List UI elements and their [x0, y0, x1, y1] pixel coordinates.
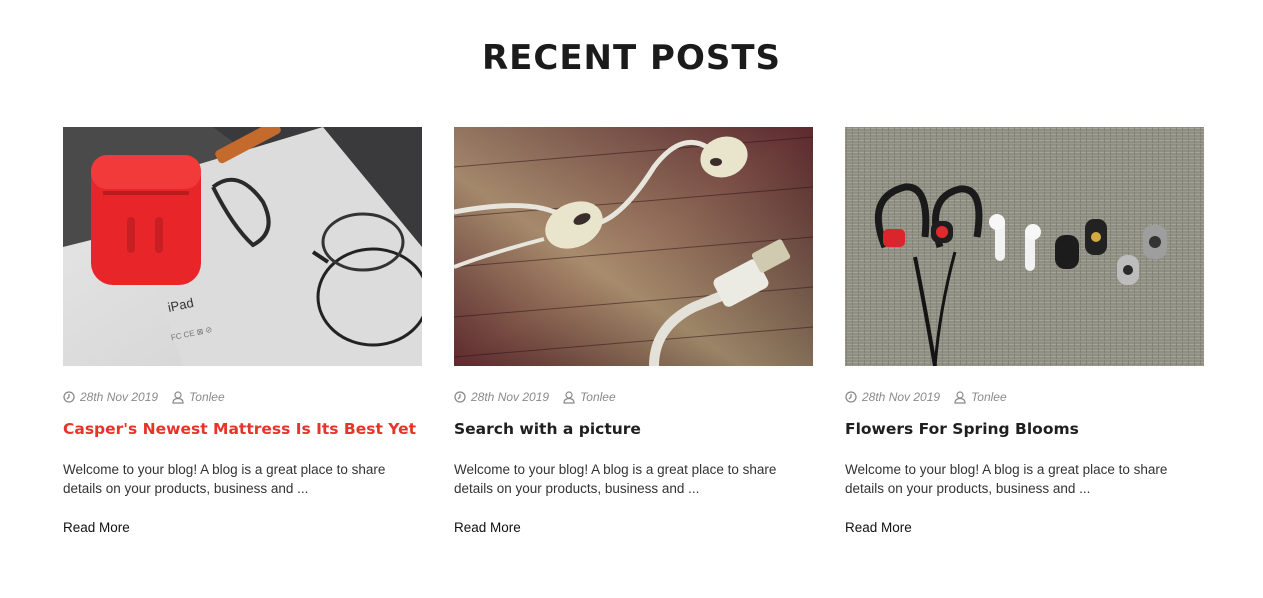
- post-card: iPad FC CE ⊠ ⊘ 28th Nov 2019 Tonlee Casp…: [63, 127, 422, 537]
- post-image[interactable]: iPad FC CE ⊠ ⊘: [63, 127, 422, 366]
- post-date: 28th Nov 2019: [63, 390, 158, 404]
- user-icon: [954, 390, 966, 404]
- post-author: Tonlee: [172, 390, 225, 404]
- post-date-text: 28th Nov 2019: [471, 390, 550, 404]
- post-excerpt: Welcome to your blog! A blog is a great …: [845, 462, 1168, 496]
- post-card: 28th Nov 2019 Tonlee Flowers For Spring …: [845, 127, 1204, 537]
- post-date: 28th Nov 2019: [454, 390, 549, 404]
- recent-posts-grid: iPad FC CE ⊠ ⊘ 28th Nov 2019 Tonlee Casp…: [63, 127, 1205, 557]
- post-author-text[interactable]: Tonlee: [971, 390, 1007, 404]
- post-image[interactable]: [454, 127, 813, 366]
- post-date-text: 28th Nov 2019: [80, 390, 159, 404]
- read-more-link[interactable]: Read More: [454, 520, 521, 535]
- post-meta: 28th Nov 2019 Tonlee: [454, 390, 813, 404]
- post-date: 28th Nov 2019: [845, 390, 940, 404]
- clock-icon: [454, 391, 466, 403]
- post-date-text: 28th Nov 2019: [862, 390, 941, 404]
- post-meta: 28th Nov 2019 Tonlee: [63, 390, 422, 404]
- post-author: Tonlee: [954, 390, 1007, 404]
- post-meta: 28th Nov 2019 Tonlee: [845, 390, 1204, 404]
- post-card: 28th Nov 2019 Tonlee Search with a pictu…: [454, 127, 813, 537]
- user-icon: [563, 390, 575, 404]
- post-excerpt: Welcome to your blog! A blog is a great …: [454, 462, 777, 496]
- read-more-link[interactable]: Read More: [845, 520, 912, 535]
- post-title[interactable]: Casper's Newest Mattress Is Its Best Yet: [63, 420, 422, 438]
- post-author-text[interactable]: Tonlee: [580, 390, 616, 404]
- post-title[interactable]: Flowers For Spring Blooms: [845, 420, 1204, 438]
- post-title[interactable]: Search with a picture: [454, 420, 813, 438]
- post-author: Tonlee: [563, 390, 616, 404]
- post-image[interactable]: [845, 127, 1204, 366]
- user-icon: [172, 390, 184, 404]
- clock-icon: [845, 391, 857, 403]
- section-title: RECENT POSTS: [481, 38, 782, 78]
- clock-icon: [63, 391, 75, 403]
- post-excerpt: Welcome to your blog! A blog is a great …: [63, 462, 386, 496]
- read-more-link[interactable]: Read More: [63, 520, 130, 535]
- post-author-text[interactable]: Tonlee: [189, 390, 225, 404]
